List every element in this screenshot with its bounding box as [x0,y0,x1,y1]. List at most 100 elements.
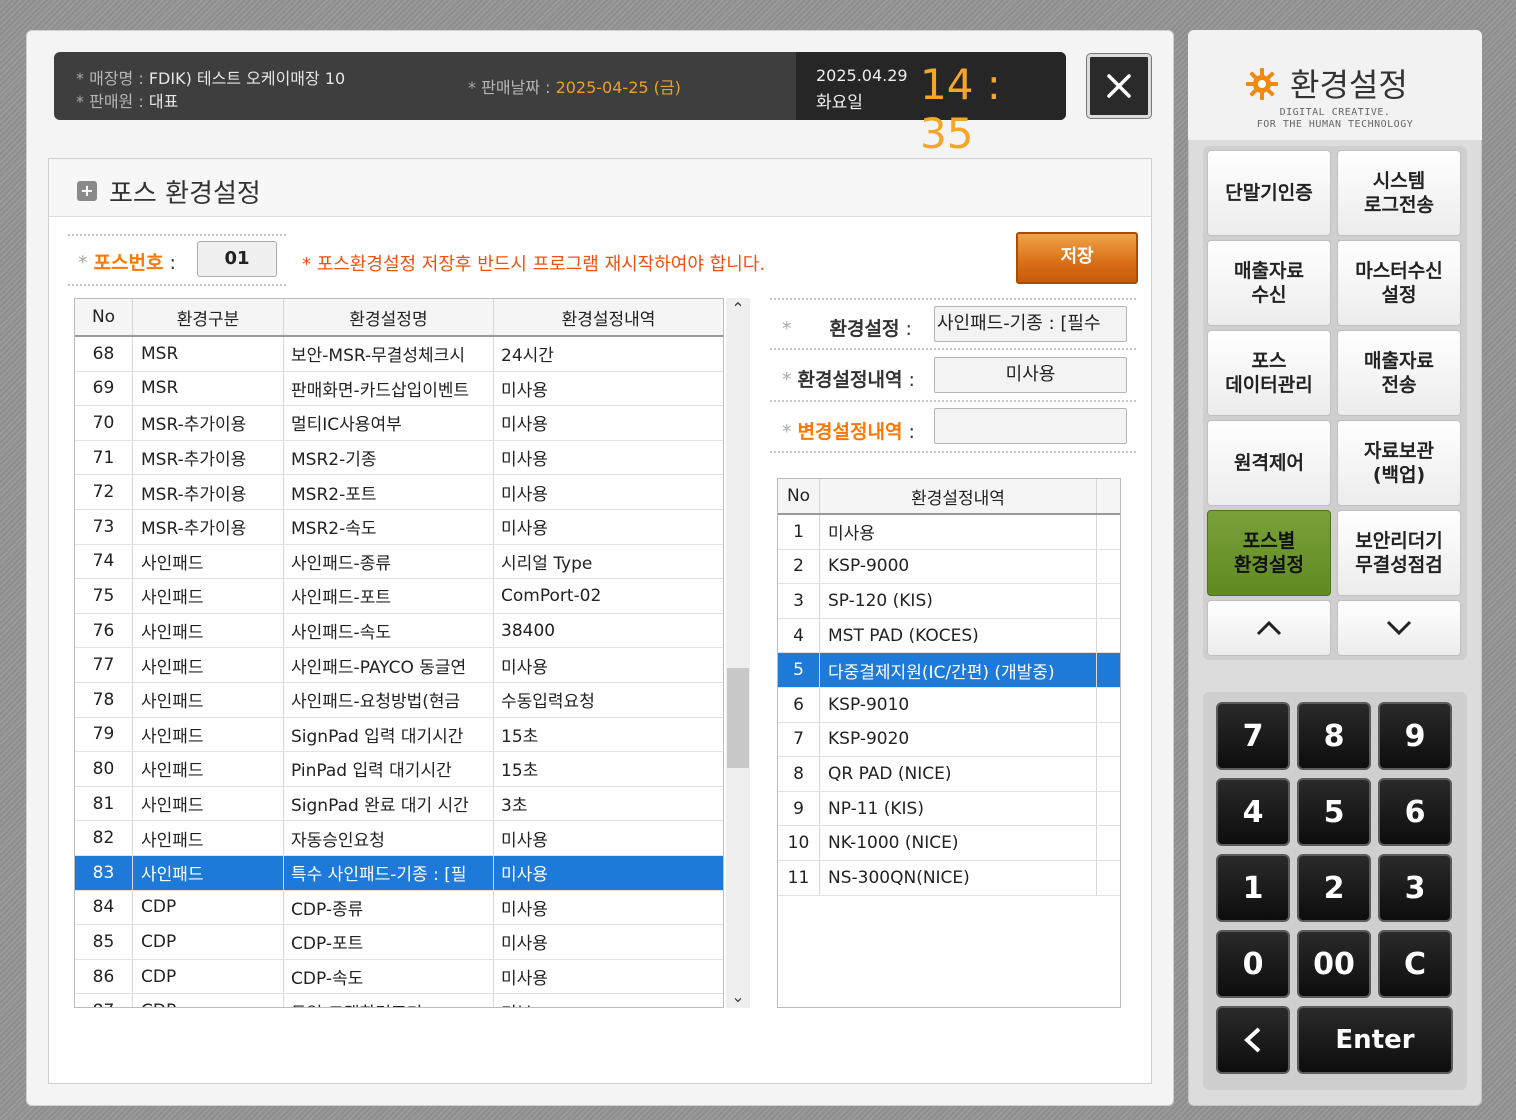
option-row[interactable]: 2 KSP-9000 [778,549,1120,585]
row-setting-name: 사인패드-포트 [284,579,494,613]
row-setting-value: 미사용 [501,450,548,471]
pos-number-field[interactable]: 01 [197,241,277,277]
row-setting-value: 수동입력요청 [501,692,595,713]
key-0[interactable]: 0 [1216,930,1290,998]
change-setting-field[interactable] [934,408,1127,444]
column-header[interactable]: 환경설정내역 [820,479,1097,513]
option-spacer [1097,619,1120,653]
key-4[interactable]: 4 [1216,778,1290,846]
key-3[interactable]: 3 [1378,854,1452,922]
option-row[interactable]: 5 다중결제지원(IC/간편) (개발중) [778,653,1120,688]
menu-up-button[interactable] [1207,600,1331,656]
key-2[interactable]: 2 [1297,854,1371,922]
row-category: 사인패드 [133,821,284,855]
save-button[interactable]: 저장 [1016,232,1138,284]
row-number: 81 [75,786,133,821]
menu-master-receive[interactable]: 마스터수신 설정 [1337,240,1461,326]
row-category: CDP [133,994,284,1007]
table-scrollbar[interactable]: ⌃ ⌄ [726,298,750,1008]
table-row[interactable]: 77 사인패드 사인패드-PAYCO 동글연 미사용 [75,648,723,683]
row-number: 68 [75,337,133,371]
table-row[interactable]: 87CDP듀얼-고객화면표기기본 [75,994,723,1007]
menu-pos-settings[interactable]: 포스별 환경설정 [1207,510,1331,596]
table-row[interactable]: 85 CDP CDP-포트 미사용 [75,925,723,960]
table-row[interactable]: 82 사인패드 자동승인요청 미사용 [75,821,723,856]
option-number: 1 [778,515,820,549]
key-8[interactable]: 8 [1297,702,1371,770]
seller-info: * 판매원 : 대표 [76,92,179,111]
menu-backup[interactable]: 자료보관 (백업) [1337,420,1461,506]
option-row[interactable]: 4 MST PAD (KOCES) [778,618,1120,654]
table-row[interactable]: 70 MSR-추가이용 멀티IC사용여부 미사용 [75,406,723,441]
column-header[interactable]: 환경설정명 [284,299,494,335]
table-row[interactable]: 84 CDP CDP-종류 미사용 [75,890,723,926]
row-setting-value: 3초 [501,796,528,817]
table-row[interactable]: 68 MSR 보안-MSR-무결성체크시 24시간 [75,337,723,372]
table-row[interactable]: 75 사인패드 사인패드-포트 ComPort-02 [75,579,723,614]
scroll-up-icon[interactable]: ⌃ [726,298,750,320]
table-row[interactable]: 80 사인패드 PinPad 입력 대기시간 15초 [75,752,723,787]
menu-terminal-auth[interactable]: 단말기인증 [1207,150,1331,236]
key-7[interactable]: 7 [1216,702,1290,770]
key-00[interactable]: 00 [1297,930,1371,998]
menu-remote-control[interactable]: 원격제어 [1207,420,1331,506]
option-row[interactable]: 6 KSP-9010 [778,688,1120,723]
table-row[interactable]: 71 MSR-추가이용 MSR2-기종 미사용 [75,440,723,476]
key-5[interactable]: 5 [1297,778,1371,846]
option-number: 3 [778,584,820,618]
backspace-key[interactable] [1216,1006,1290,1074]
table-row[interactable]: 83 사인패드 특수 사인패드-기종 : [필 미사용 [75,856,723,891]
store-info: * 매장명 : FDIK) 테스트 오케이매장 10 [76,69,346,88]
scroll-thumb[interactable] [727,668,749,768]
option-row[interactable]: 7 KSP-9020 [778,722,1120,758]
option-row[interactable]: 8 QR PAD (NICE) [778,757,1120,792]
table-row[interactable]: 74 사인패드 사인패드-종류 시리얼 Type [75,544,723,580]
menu-pos-data[interactable]: 포스 데이터관리 [1207,330,1331,416]
column-header[interactable]: 환경설정내역 [494,299,723,335]
row-setting-value: 미사용 [501,934,548,955]
menu-down-button[interactable] [1337,600,1461,656]
scroll-down-icon[interactable]: ⌄ [726,986,750,1008]
chevron-down-icon [1386,620,1412,636]
option-row[interactable]: 10 NK-1000 (NICE) [778,826,1120,861]
column-header[interactable]: No [778,479,820,513]
row-number: 75 [75,579,133,613]
key-6[interactable]: 6 [1378,778,1452,846]
table-row[interactable]: 79 사인패드 SignPad 입력 대기시간 15초 [75,717,723,753]
table-row[interactable]: 78 사인패드 사인패드-요청방법(현금 수동입력요청 [75,683,723,718]
column-header[interactable]: 환경구분 [133,299,284,335]
menu-sales-send[interactable]: 매출자료 전송 [1337,330,1461,416]
row-setting-name: CDP-종류 [284,890,494,925]
option-spacer [1097,653,1120,687]
menu-reader-integrity[interactable]: 보안리더기 무결성점검 [1337,510,1461,596]
option-row[interactable]: 9 NP-11 (KIS) [778,791,1120,827]
table-row[interactable]: 69 MSR 판매화면-카드삽입이벤트 미사용 [75,371,723,407]
option-row[interactable]: 11 NS-300QN(NICE) [778,861,1120,896]
row-setting-value: 미사용 [501,380,548,401]
divider [770,400,1136,402]
row-setting-name: CDP-속도 [284,959,494,994]
close-button[interactable] [1087,54,1151,118]
table-row[interactable]: 72 MSR-추가이용 MSR2-포트 미사용 [75,475,723,510]
option-row[interactable]: 1 미사용 [778,515,1120,550]
row-setting-value: 미사용 [501,657,548,678]
clock-area: 2025.04.29 화요일 14 : 35 [796,52,1066,158]
key-9[interactable]: 9 [1378,702,1452,770]
option-value: KSP-9000 [820,549,1097,584]
table-row[interactable]: 81 사인패드 SignPad 완료 대기 시간 3초 [75,786,723,822]
enter-key[interactable]: Enter [1297,1006,1453,1074]
table-row[interactable]: 76 사인패드 사인패드-속도 38400 [75,613,723,649]
numeric-keypad: 7 8 9 4 5 6 1 2 3 0 00 C Enter [1203,692,1467,1090]
table-row[interactable]: 86 CDP CDP-속도 미사용 [75,959,723,995]
key-clear[interactable]: C [1378,930,1452,998]
column-header[interactable]: No [75,299,133,335]
option-row[interactable]: 3 SP-120 (KIS) [778,584,1120,619]
option-value: SP-120 (KIS) [820,584,1097,618]
table-row[interactable]: 73 MSR-추가이용 MSR2-속도 미사용 [75,510,723,545]
menu-system-log-send[interactable]: 시스템 로그전송 [1337,150,1461,236]
option-value: MST PAD (KOCES) [820,618,1097,653]
row-category: 사인패드 [133,613,284,648]
key-1[interactable]: 1 [1216,854,1290,922]
row-setting-value: 미사용 [501,865,548,886]
menu-sales-receive[interactable]: 매출자료 수신 [1207,240,1331,326]
